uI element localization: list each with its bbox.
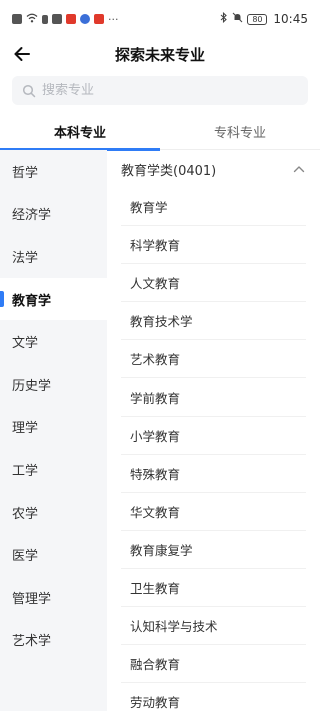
major-list: 教育学 科学教育 人文教育 教育技术学 艺术教育 学前教育 小学教育 特殊教育 … bbox=[107, 188, 320, 711]
page-title: 探索未来专业 bbox=[114, 45, 205, 64]
sidebar-item-literature[interactable]: 文学 bbox=[0, 320, 107, 363]
bluetooth-icon bbox=[220, 11, 228, 26]
app-header: 探索未来专业 bbox=[0, 38, 320, 70]
major-item[interactable]: 人文教育 bbox=[121, 264, 306, 303]
major-item[interactable]: 融合教育 bbox=[121, 645, 306, 684]
major-item[interactable]: 认知科学与技术 bbox=[121, 607, 306, 646]
sidebar-item-engineering[interactable]: 工学 bbox=[0, 448, 107, 491]
wifi-icon bbox=[26, 13, 38, 26]
tab-undergraduate[interactable]: 本科专业 bbox=[0, 112, 160, 151]
sim-icon bbox=[42, 14, 48, 24]
sidebar-item-economics[interactable]: 经济学 bbox=[0, 193, 107, 236]
major-item[interactable]: 学前教育 bbox=[121, 378, 306, 417]
status-bar-left: ··· bbox=[12, 13, 119, 26]
back-button[interactable] bbox=[8, 40, 36, 68]
app-red-icon bbox=[66, 14, 76, 24]
battery-indicator: 80 bbox=[247, 13, 268, 25]
major-item[interactable]: 特殊教育 bbox=[121, 455, 306, 493]
major-item[interactable]: 小学教育 bbox=[121, 417, 306, 455]
app-notification-icon bbox=[52, 14, 62, 24]
status-bar-right: 80 10:45 bbox=[220, 11, 308, 26]
app-blue-icon bbox=[80, 14, 90, 24]
sidebar-item-philosophy[interactable]: 哲学 bbox=[0, 150, 107, 193]
major-item[interactable]: 教育学 bbox=[121, 188, 306, 227]
major-item[interactable]: 劳动教育 bbox=[121, 683, 306, 711]
major-content: 教育学类(0401) 教育学 科学教育 人文教育 教育技术学 艺术教育 学前教育… bbox=[107, 150, 320, 711]
tab-vocational[interactable]: 专科专业 bbox=[160, 112, 320, 150]
major-item[interactable]: 教育康复学 bbox=[121, 531, 306, 569]
sidebar-item-education[interactable]: 教育学 bbox=[0, 277, 107, 321]
tab-bar: 本科专业 专科专业 bbox=[0, 112, 320, 151]
more-notifications: ··· bbox=[108, 12, 119, 26]
clock: 10:45 bbox=[273, 12, 308, 26]
search-icon bbox=[22, 84, 36, 97]
major-item[interactable]: 教育技术学 bbox=[121, 302, 306, 341]
mute-icon bbox=[232, 12, 243, 26]
app-red-icon-2 bbox=[94, 14, 104, 24]
sidebar-item-law[interactable]: 法学 bbox=[0, 235, 107, 278]
group-header[interactable]: 教育学类(0401) bbox=[107, 150, 320, 188]
category-sidebar: 哲学 经济学 法学 教育学 文学 历史学 理学 工学 农学 医学 管理学 艺术学 bbox=[0, 150, 107, 711]
notification-icon bbox=[12, 14, 22, 24]
sidebar-item-medicine[interactable]: 医学 bbox=[0, 533, 107, 576]
major-item[interactable]: 科学教育 bbox=[121, 226, 306, 265]
back-arrow-icon bbox=[14, 47, 30, 61]
major-item[interactable]: 华文教育 bbox=[121, 493, 306, 531]
group-title: 教育学类(0401) bbox=[121, 163, 217, 179]
chevron-up-icon bbox=[293, 166, 305, 173]
search-input[interactable] bbox=[42, 83, 282, 98]
sidebar-item-science[interactable]: 理学 bbox=[0, 406, 107, 449]
sidebar-item-art[interactable]: 艺术学 bbox=[0, 619, 107, 662]
sidebar-item-management[interactable]: 管理学 bbox=[0, 576, 107, 619]
status-bar: ··· 80 10:45 bbox=[0, 0, 320, 38]
search-bar[interactable] bbox=[12, 76, 308, 105]
sidebar-item-history[interactable]: 历史学 bbox=[0, 363, 107, 406]
major-item[interactable]: 艺术教育 bbox=[121, 340, 306, 379]
sidebar-item-agriculture[interactable]: 农学 bbox=[0, 491, 107, 534]
major-item[interactable]: 卫生教育 bbox=[121, 569, 306, 608]
